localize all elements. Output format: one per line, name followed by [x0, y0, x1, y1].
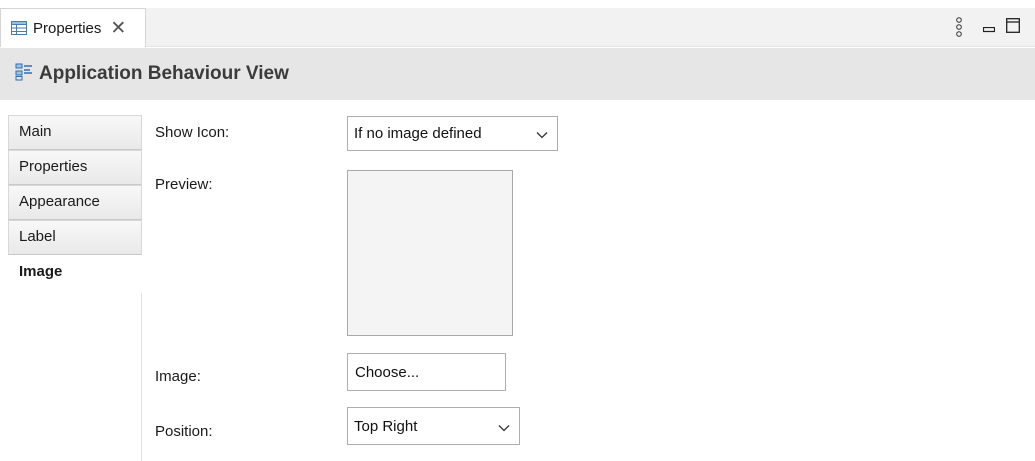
chevron-down-icon — [536, 126, 548, 143]
position-label: Position: — [155, 423, 213, 440]
section-tabs: Main Properties Appearance Label Image — [8, 115, 142, 461]
section-tab-label[interactable]: Label — [8, 220, 142, 255]
minimize-icon[interactable] — [982, 20, 996, 37]
chevron-down-icon — [498, 419, 510, 436]
section-tab-properties[interactable]: Properties — [8, 150, 142, 185]
section-tab-image[interactable]: Image — [8, 255, 142, 293]
page-title: Application Behaviour View — [39, 63, 289, 84]
tab-properties[interactable]: Properties ✕ — [0, 8, 146, 47]
image-preview — [347, 170, 513, 336]
position-select[interactable]: Top Right — [347, 407, 520, 445]
tab-properties-label: Properties — [33, 19, 102, 37]
maximize-icon[interactable] — [1006, 18, 1020, 37]
select-separator — [526, 117, 527, 150]
section-tab-appearance[interactable]: Appearance — [8, 185, 142, 220]
top-border — [0, 0, 1035, 8]
properties-table-icon — [11, 21, 27, 35]
position-value: Top Right — [354, 417, 418, 435]
view-tab-bar: Properties ✕ — [0, 0, 1035, 47]
show-icon-label: Show Icon: — [155, 124, 230, 141]
view-menu-icon[interactable] — [955, 17, 963, 41]
preview-label: Preview: — [155, 176, 213, 193]
close-icon[interactable]: ✕ — [110, 19, 126, 38]
application-view-icon — [15, 63, 33, 85]
page-header: Application Behaviour View — [0, 48, 1035, 100]
section-tabs-empty-area — [8, 293, 142, 461]
show-icon-value: If no image defined — [354, 125, 482, 142]
select-separator — [488, 408, 489, 444]
image-label: Image: — [155, 368, 201, 385]
show-icon-select[interactable]: If no image defined — [347, 116, 558, 151]
choose-image-button[interactable]: Choose... — [347, 353, 506, 391]
section-tab-main[interactable]: Main — [8, 115, 142, 150]
